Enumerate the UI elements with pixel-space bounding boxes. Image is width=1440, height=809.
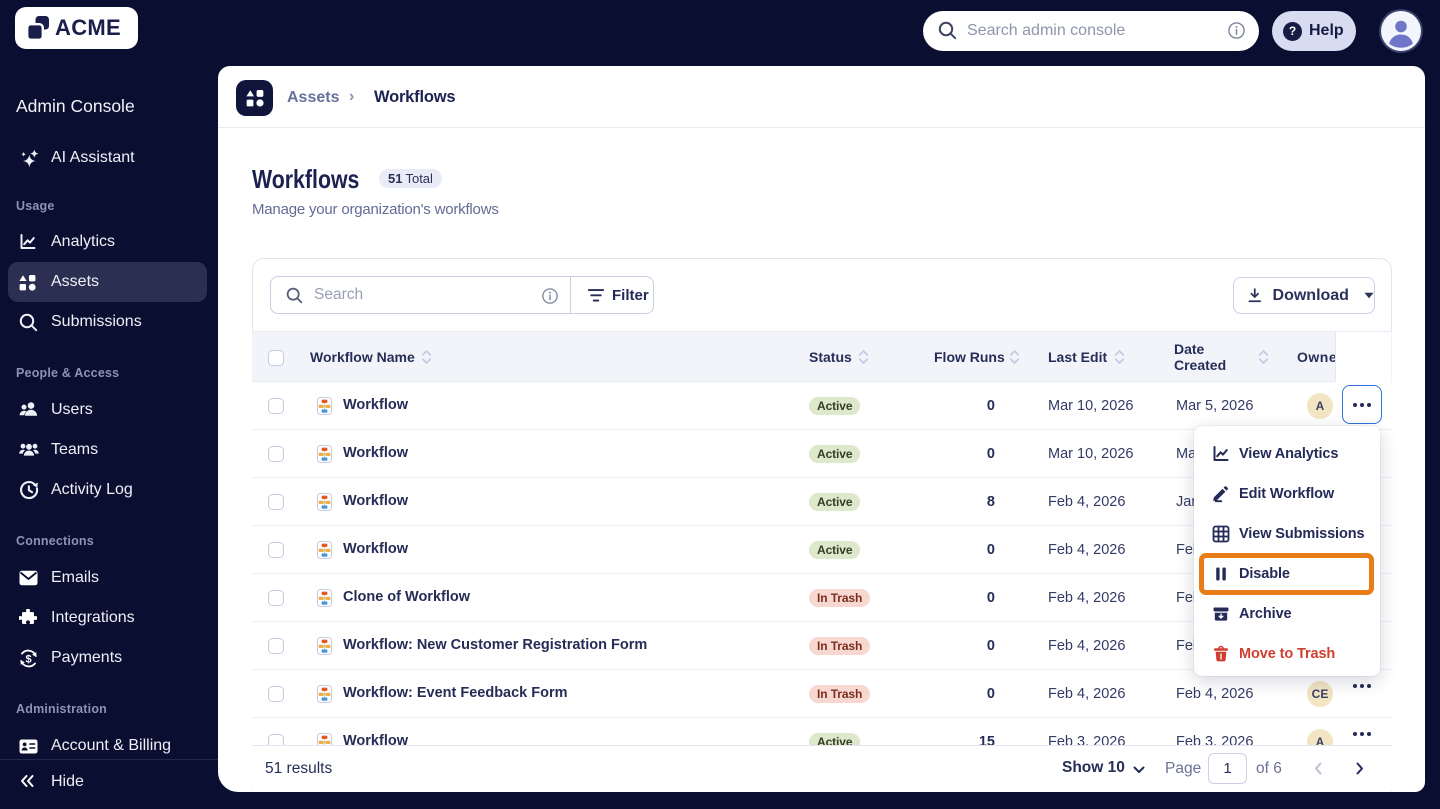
svg-text:$: $ (25, 653, 31, 665)
